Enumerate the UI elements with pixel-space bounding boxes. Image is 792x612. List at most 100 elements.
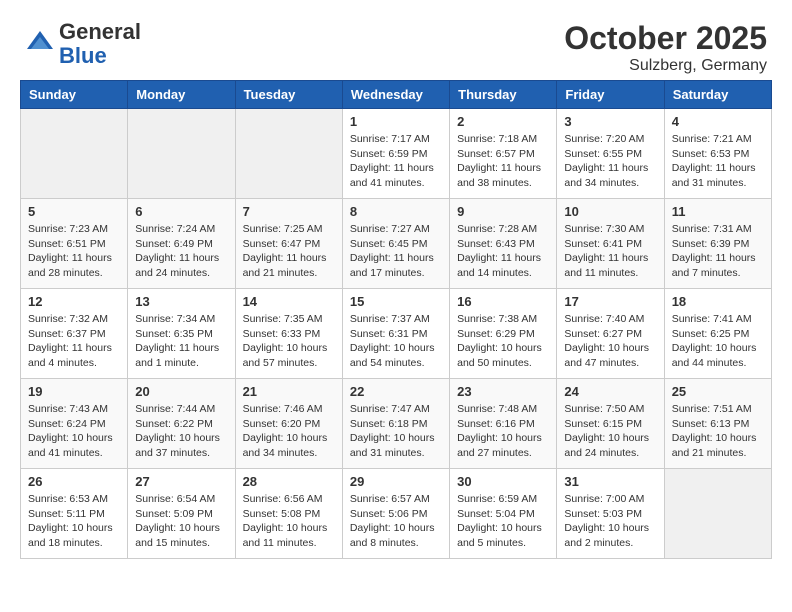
day-number: 6 [135,204,227,219]
day-info: Sunrise: 7:27 AM Sunset: 6:45 PM Dayligh… [350,222,442,281]
day-info: Sunrise: 7:47 AM Sunset: 6:18 PM Dayligh… [350,402,442,461]
day-number: 10 [564,204,656,219]
day-info: Sunrise: 7:31 AM Sunset: 6:39 PM Dayligh… [672,222,764,281]
day-info: Sunrise: 7:25 AM Sunset: 6:47 PM Dayligh… [243,222,335,281]
calendar-cell: 13 Sunrise: 7:34 AM Sunset: 6:35 PM Dayli… [128,289,235,379]
col-friday: Friday [557,81,664,109]
day-number: 22 [350,384,442,399]
day-info: Sunrise: 7:38 AM Sunset: 6:29 PM Dayligh… [457,312,549,371]
day-number: 25 [672,384,764,399]
calendar-cell: 17 Sunrise: 7:40 AM Sunset: 6:27 PM Dayli… [557,289,664,379]
calendar-cell: 7 Sunrise: 7:25 AM Sunset: 6:47 PM Daylig… [235,199,342,289]
day-info: Sunrise: 7:23 AM Sunset: 6:51 PM Dayligh… [28,222,120,281]
day-info: Sunrise: 7:18 AM Sunset: 6:57 PM Dayligh… [457,132,549,191]
calendar-cell: 24 Sunrise: 7:50 AM Sunset: 6:15 PM Dayli… [557,379,664,469]
logo: General Blue [25,20,141,68]
day-number: 30 [457,474,549,489]
day-number: 23 [457,384,549,399]
day-info: Sunrise: 7:35 AM Sunset: 6:33 PM Dayligh… [243,312,335,371]
calendar-cell: 18 Sunrise: 7:41 AM Sunset: 6:25 PM Dayli… [664,289,771,379]
col-saturday: Saturday [664,81,771,109]
calendar-cell: 2Sunrise: 7:18 AM Sunset: 6:57 PM Daylig… [450,109,557,199]
calendar-cell: 19Sunrise: 7:43 AM Sunset: 6:24 PM Dayli… [21,379,128,469]
day-info: Sunrise: 7:00 AM Sunset: 5:03 PM Dayligh… [564,492,656,551]
week-row-2: 12Sunrise: 7:32 AM Sunset: 6:37 PM Dayli… [21,289,772,379]
calendar-cell: 31Sunrise: 7:00 AM Sunset: 5:03 PM Dayli… [557,469,664,559]
day-number: 14 [243,294,335,309]
day-number: 17 [564,294,656,309]
day-info: Sunrise: 7:40 AM Sunset: 6:27 PM Dayligh… [564,312,656,371]
day-number: 7 [243,204,335,219]
calendar-cell [664,469,771,559]
day-info: Sunrise: 7:28 AM Sunset: 6:43 PM Dayligh… [457,222,549,281]
calendar-cell: 14 Sunrise: 7:35 AM Sunset: 6:33 PM Dayli… [235,289,342,379]
calendar-cell [21,109,128,199]
day-number: 20 [135,384,227,399]
month-title: October 2025 [564,20,767,57]
day-info: Sunrise: 6:54 AM Sunset: 5:09 PM Dayligh… [135,492,227,551]
calendar-cell [235,109,342,199]
col-monday: Monday [128,81,235,109]
col-tuesday: Tuesday [235,81,342,109]
day-info: Sunrise: 6:59 AM Sunset: 5:04 PM Dayligh… [457,492,549,551]
calendar-cell: 8Sunrise: 7:27 AM Sunset: 6:45 PM Daylig… [342,199,449,289]
day-info: Sunrise: 7:24 AM Sunset: 6:49 PM Dayligh… [135,222,227,281]
day-number: 11 [672,204,764,219]
calendar-cell: 11 Sunrise: 7:31 AM Sunset: 6:39 PM Dayli… [664,199,771,289]
day-number: 5 [28,204,120,219]
day-info: Sunrise: 7:43 AM Sunset: 6:24 PM Dayligh… [28,402,120,461]
day-number: 24 [564,384,656,399]
day-info: Sunrise: 6:57 AM Sunset: 5:06 PM Dayligh… [350,492,442,551]
calendar-cell: 20 Sunrise: 7:44 AM Sunset: 6:22 PM Dayli… [128,379,235,469]
calendar-cell: 15 Sunrise: 7:37 AM Sunset: 6:31 PM Dayli… [342,289,449,379]
day-number: 28 [243,474,335,489]
day-number: 1 [350,114,442,129]
day-number: 18 [672,294,764,309]
day-info: Sunrise: 7:37 AM Sunset: 6:31 PM Dayligh… [350,312,442,371]
day-number: 3 [564,114,656,129]
calendar-table: Sunday Monday Tuesday Wednesday Thursday… [20,80,772,559]
location: Sulzberg, Germany [564,57,767,75]
calendar-cell: 28Sunrise: 6:56 AM Sunset: 5:08 PM Dayli… [235,469,342,559]
day-info: Sunrise: 7:51 AM Sunset: 6:13 PM Dayligh… [672,402,764,461]
calendar-cell: 30 Sunrise: 6:59 AM Sunset: 5:04 PM Dayli… [450,469,557,559]
day-number: 26 [28,474,120,489]
header-row: Sunday Monday Tuesday Wednesday Thursday… [21,81,772,109]
day-info: Sunrise: 7:32 AM Sunset: 6:37 PM Dayligh… [28,312,120,371]
day-number: 15 [350,294,442,309]
calendar-cell: 1 Sunrise: 7:17 AM Sunset: 6:59 PM Daylig… [342,109,449,199]
logo-line2: Blue [59,43,107,68]
week-row-1: 5 Sunrise: 7:23 AM Sunset: 6:51 PM Daylig… [21,199,772,289]
day-info: Sunrise: 7:20 AM Sunset: 6:55 PM Dayligh… [564,132,656,191]
day-number: 4 [672,114,764,129]
calendar-cell: 21Sunrise: 7:46 AM Sunset: 6:20 PM Dayli… [235,379,342,469]
calendar-cell: 9 Sunrise: 7:28 AM Sunset: 6:43 PM Daylig… [450,199,557,289]
calendar-cell: 22 Sunrise: 7:47 AM Sunset: 6:18 PM Dayli… [342,379,449,469]
calendar-cell: 23Sunrise: 7:48 AM Sunset: 6:16 PM Dayli… [450,379,557,469]
day-number: 9 [457,204,549,219]
day-info: Sunrise: 7:30 AM Sunset: 6:41 PM Dayligh… [564,222,656,281]
calendar-cell: 4Sunrise: 7:21 AM Sunset: 6:53 PM Daylig… [664,109,771,199]
day-number: 27 [135,474,227,489]
day-number: 13 [135,294,227,309]
day-number: 16 [457,294,549,309]
logo-text: General Blue [59,20,141,68]
day-info: Sunrise: 7:46 AM Sunset: 6:20 PM Dayligh… [243,402,335,461]
calendar-cell: 16 Sunrise: 7:38 AM Sunset: 6:29 PM Dayli… [450,289,557,379]
week-row-0: 1 Sunrise: 7:17 AM Sunset: 6:59 PM Daylig… [21,109,772,199]
day-info: Sunrise: 7:50 AM Sunset: 6:15 PM Dayligh… [564,402,656,461]
calendar-cell: 29Sunrise: 6:57 AM Sunset: 5:06 PM Dayli… [342,469,449,559]
logo-line1: General [59,19,141,44]
calendar-cell: 6 Sunrise: 7:24 AM Sunset: 6:49 PM Daylig… [128,199,235,289]
col-thursday: Thursday [450,81,557,109]
day-info: Sunrise: 7:44 AM Sunset: 6:22 PM Dayligh… [135,402,227,461]
day-info: Sunrise: 7:17 AM Sunset: 6:59 PM Dayligh… [350,132,442,191]
calendar-cell [128,109,235,199]
day-info: Sunrise: 7:34 AM Sunset: 6:35 PM Dayligh… [135,312,227,371]
calendar-cell: 25 Sunrise: 7:51 AM Sunset: 6:13 PM Dayli… [664,379,771,469]
day-info: Sunrise: 7:41 AM Sunset: 6:25 PM Dayligh… [672,312,764,371]
page-header: General Blue October 2025 Sulzberg, Germ… [10,10,782,80]
calendar-cell: 10 Sunrise: 7:30 AM Sunset: 6:41 PM Dayli… [557,199,664,289]
calendar-cell: 27 Sunrise: 6:54 AM Sunset: 5:09 PM Dayli… [128,469,235,559]
col-sunday: Sunday [21,81,128,109]
